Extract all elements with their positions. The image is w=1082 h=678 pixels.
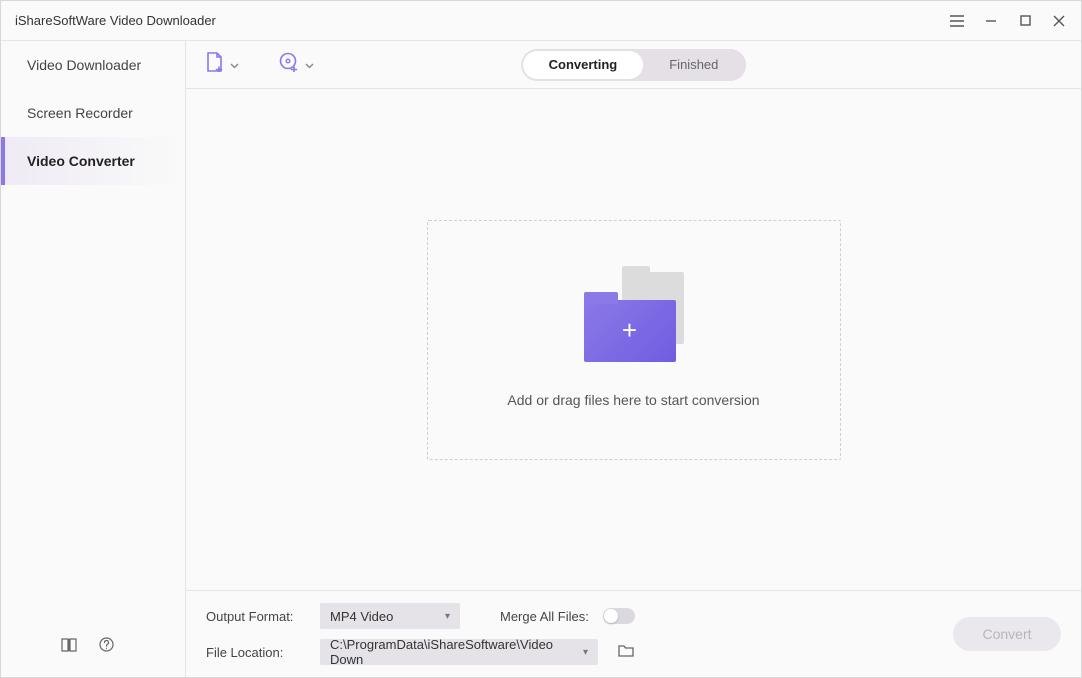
body: Video Downloader Screen Recorder Video C…	[1, 41, 1081, 677]
book-icon[interactable]	[61, 638, 77, 657]
folder-plus-illustration: +	[584, 272, 684, 362]
sidebar-item-screen-recorder[interactable]: Screen Recorder	[1, 89, 185, 137]
app-window: iShareSoftWare Video Downloader Video Do…	[0, 0, 1082, 678]
file-location-select[interactable]: C:\ProgramData\iShareSoftware\Video Down…	[320, 639, 598, 665]
file-plus-icon	[206, 52, 224, 77]
tab-converting[interactable]: Converting	[523, 51, 644, 79]
output-format-select[interactable]: MP4 Video ▾	[320, 603, 460, 629]
sidebar-bottom	[1, 617, 185, 677]
footer: Output Format: MP4 Video ▾ Merge All Fil…	[186, 590, 1081, 677]
toolbar: Converting Finished	[186, 41, 1081, 89]
minimize-icon[interactable]	[983, 13, 999, 29]
close-icon[interactable]	[1051, 13, 1067, 29]
sidebar-item-label: Video Downloader	[27, 57, 141, 73]
footer-row-format: Output Format: MP4 Video ▾ Merge All Fil…	[206, 603, 1061, 629]
merge-all-files-label: Merge All Files:	[500, 609, 589, 624]
folder-front-icon: +	[584, 300, 676, 362]
open-folder-button[interactable]	[618, 644, 634, 660]
sidebar-items: Video Downloader Screen Recorder Video C…	[1, 41, 185, 617]
maximize-icon[interactable]	[1017, 13, 1033, 29]
app-title: iShareSoftWare Video Downloader	[15, 13, 216, 28]
convert-button[interactable]: Convert	[953, 617, 1061, 651]
select-value: C:\ProgramData\iShareSoftware\Video Down	[330, 637, 583, 667]
button-label: Convert	[982, 626, 1031, 642]
chevron-down-icon: ▾	[583, 647, 588, 658]
sidebar: Video Downloader Screen Recorder Video C…	[1, 41, 186, 677]
tab-label: Converting	[549, 57, 618, 72]
sidebar-item-video-converter[interactable]: Video Converter	[1, 137, 185, 185]
chevron-down-icon: ▾	[445, 611, 450, 622]
sidebar-item-video-downloader[interactable]: Video Downloader	[1, 41, 185, 89]
sidebar-item-label: Screen Recorder	[27, 105, 133, 121]
add-file-button[interactable]	[206, 52, 239, 77]
select-value: MP4 Video	[330, 609, 393, 624]
tab-pill: Converting Finished	[521, 49, 747, 81]
dropzone[interactable]: + Add or drag files here to start conver…	[427, 220, 841, 460]
main: Converting Finished + Add or drag fil	[186, 41, 1081, 677]
sidebar-item-label: Video Converter	[27, 153, 135, 169]
tab-label: Finished	[669, 57, 718, 72]
plus-icon: +	[622, 315, 637, 346]
titlebar: iShareSoftWare Video Downloader	[1, 1, 1081, 41]
add-disc-button[interactable]	[279, 52, 314, 77]
footer-row-location: File Location: C:\ProgramData\iShareSoft…	[206, 639, 1061, 665]
output-format-label: Output Format:	[206, 609, 306, 624]
merge-toggle[interactable]	[603, 608, 635, 624]
chevron-down-icon	[230, 56, 239, 74]
menu-icon[interactable]	[949, 13, 965, 29]
tab-finished[interactable]: Finished	[643, 51, 744, 79]
help-icon[interactable]	[99, 637, 114, 657]
dropzone-text: Add or drag files here to start conversi…	[507, 392, 759, 408]
toolbar-left	[206, 52, 314, 77]
disc-plus-icon	[279, 52, 299, 77]
file-location-label: File Location:	[206, 645, 306, 660]
canvas: + Add or drag files here to start conver…	[186, 89, 1081, 590]
window-controls	[949, 13, 1067, 29]
chevron-down-icon	[305, 56, 314, 74]
